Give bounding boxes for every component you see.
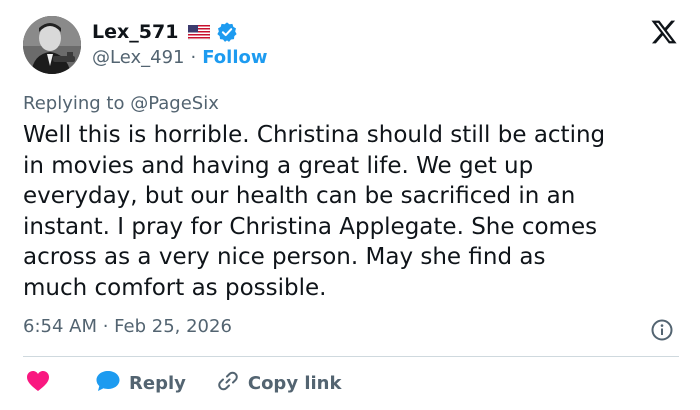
action-bar: Reply Copy link: [23, 366, 341, 400]
like-button[interactable]: [26, 370, 50, 396]
us-flag-icon: [188, 24, 211, 40]
x-logo-icon[interactable]: [650, 18, 678, 46]
author-name-row: Lex_571: [92, 18, 238, 46]
author-handle[interactable]: @Lex_491: [92, 47, 184, 68]
copy-link-label: Copy link: [247, 372, 342, 394]
avatar[interactable]: [23, 16, 81, 74]
verified-badge-icon: [216, 21, 238, 43]
reply-context: Replying to @PageSix: [23, 93, 219, 114]
reply-label: Reply: [129, 372, 186, 394]
display-name[interactable]: Lex_571: [92, 21, 178, 43]
copy-link-button[interactable]: Copy link: [216, 369, 342, 397]
reply-button[interactable]: Reply: [95, 369, 186, 397]
info-icon[interactable]: [650, 318, 674, 342]
follow-button[interactable]: Follow: [202, 47, 267, 68]
handle-row: @Lex_491 · Follow: [92, 47, 268, 68]
tweet-timestamp[interactable]: 6:54 AM · Feb 25, 2026: [23, 316, 232, 337]
heart-icon: [26, 370, 50, 396]
handle-separator: ·: [190, 47, 197, 68]
avatar-image: [23, 16, 81, 74]
link-icon: [216, 369, 240, 397]
tweet-text: Well this is horrible. Christina should …: [23, 122, 606, 301]
reply-bubble-icon: [95, 369, 121, 397]
divider: [23, 356, 679, 357]
